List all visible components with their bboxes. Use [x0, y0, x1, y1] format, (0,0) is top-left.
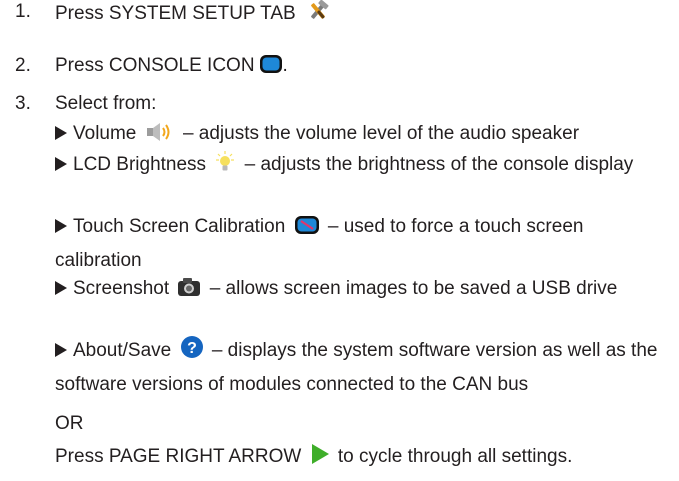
option-label: Volume	[73, 123, 137, 144]
lightbulb-icon	[214, 151, 236, 183]
or-text: OR	[55, 413, 84, 434]
option-screenshot: Screenshot – allows screen images to be …	[55, 273, 665, 307]
step-text: Select from:	[55, 93, 157, 114]
option-label: LCD Brightness	[73, 154, 207, 175]
option-desc: – adjusts the volume level of the audio …	[182, 123, 580, 144]
bullet-triangle-icon	[55, 126, 67, 140]
option-desc: – allows screen images to be saved a USB…	[209, 278, 618, 299]
bullet-triangle-icon	[55, 219, 67, 233]
svg-text:?: ?	[187, 340, 197, 357]
option-label: Screenshot	[73, 278, 170, 299]
console-icon	[259, 54, 283, 81]
calibration-icon	[294, 214, 320, 245]
option-desc: – adjusts the brightness of the console …	[244, 154, 634, 175]
final-text-before: Press PAGE RIGHT ARROW	[55, 446, 302, 467]
option-touch-calibration: Touch Screen Calibration – used to force…	[55, 211, 665, 276]
speaker-icon	[145, 121, 175, 152]
step-text: Press CONSOLE ICON	[55, 55, 255, 76]
step-number: 3.	[15, 93, 31, 114]
final-instruction: Press PAGE RIGHT ARROW to cycle through …	[55, 443, 572, 472]
bullet-triangle-icon	[55, 343, 67, 357]
option-about-save: About/Save ? – displays the system softw…	[55, 335, 665, 400]
bullet-triangle-icon	[55, 157, 67, 171]
right-arrow-icon	[310, 443, 330, 472]
step-number: 2.	[15, 55, 31, 76]
step-trail: .	[282, 55, 288, 76]
step-number: 1.	[15, 1, 31, 22]
option-volume: Volume – adjusts the volume level of the…	[55, 118, 665, 152]
final-text-after: to cycle through all settings.	[337, 446, 573, 467]
tools-icon	[304, 0, 332, 29]
step-text: Press SYSTEM SETUP TAB	[55, 3, 296, 24]
bullet-triangle-icon	[55, 281, 67, 295]
camera-icon	[177, 276, 201, 307]
option-label: About/Save	[73, 340, 172, 361]
help-icon: ?	[180, 335, 204, 369]
option-lcd-brightness: LCD Brightness – adjusts the brightness …	[55, 149, 665, 183]
option-label: Touch Screen Calibration	[73, 216, 286, 237]
